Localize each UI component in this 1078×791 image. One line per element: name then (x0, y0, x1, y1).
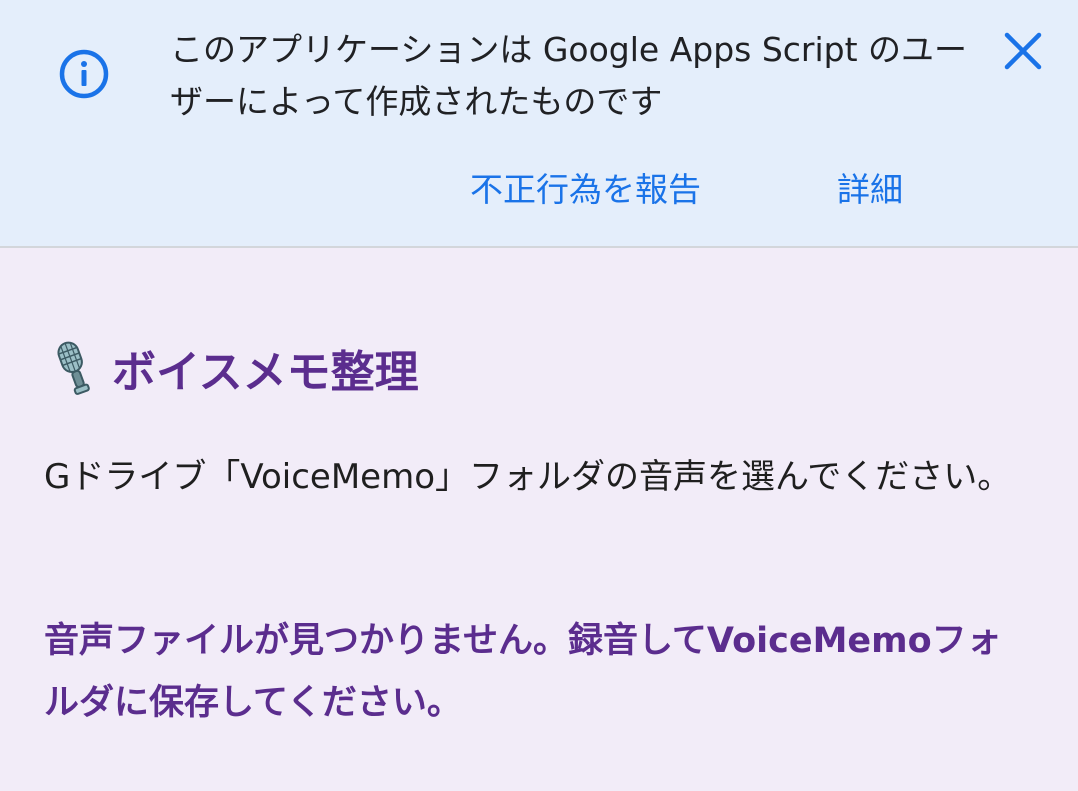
details-link[interactable]: 詳細 (837, 166, 903, 214)
page-title: ボイスメモ整理 (44, 338, 419, 398)
title-text: ボイスメモ整理 (112, 347, 419, 398)
info-icon (59, 49, 109, 99)
gas-warning-banner: このアプリケーションは Google Apps Script のユーザーによって… (0, 0, 1078, 248)
close-icon[interactable] (1000, 28, 1046, 74)
instruction-text: Gドライブ「VoiceMemo」フォルダの音声を選んでください。 (44, 457, 1012, 497)
banner-message: このアプリケーションは Google Apps Script のユーザーによって… (170, 30, 968, 121)
status-message: 音声ファイルが見つかりません。録音してVoiceMemoフォルダに保存してくださ… (44, 621, 1002, 723)
report-abuse-link[interactable]: 不正行為を報告 (470, 166, 701, 214)
microphone-icon (57, 341, 90, 395)
